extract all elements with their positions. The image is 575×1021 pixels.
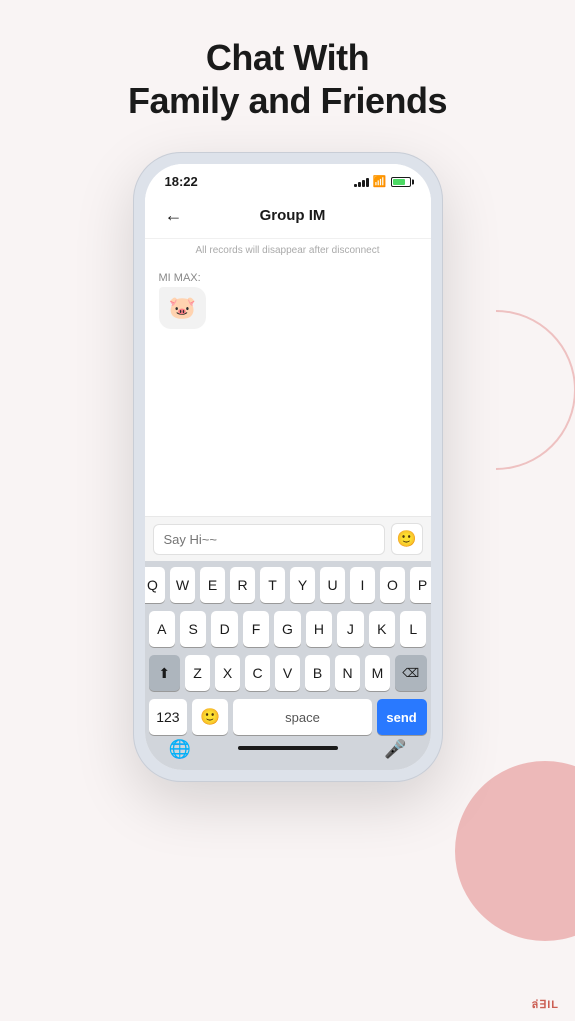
key-O[interactable]: O bbox=[380, 567, 405, 603]
page-title: Chat With Family and Friends bbox=[0, 0, 575, 142]
key-Q[interactable]: Q bbox=[145, 567, 166, 603]
key-D[interactable]: D bbox=[211, 611, 237, 647]
back-button[interactable]: ← bbox=[161, 201, 187, 230]
message-item: MI MAX: 🐷 bbox=[159, 272, 417, 329]
key-E[interactable]: E bbox=[200, 567, 225, 603]
key-T[interactable]: T bbox=[260, 567, 285, 603]
send-key[interactable]: send bbox=[377, 699, 427, 735]
key-M[interactable]: M bbox=[365, 655, 390, 691]
keyboard-row-2: A S D F G H J K L bbox=[149, 611, 427, 647]
key-F[interactable]: F bbox=[243, 611, 269, 647]
battery-icon bbox=[391, 177, 411, 187]
key-W[interactable]: W bbox=[170, 567, 195, 603]
shift-key[interactable]: ⬆ bbox=[149, 655, 181, 691]
key-K[interactable]: K bbox=[369, 611, 395, 647]
space-key[interactable]: space bbox=[233, 699, 371, 735]
globe-icon[interactable]: 🌐 bbox=[169, 739, 191, 760]
emoji-button[interactable]: 🙂 bbox=[391, 523, 423, 555]
key-I[interactable]: I bbox=[350, 567, 375, 603]
delete-key[interactable]: ⌫ bbox=[395, 655, 427, 691]
phone-frame: 18:22 📶 ← Group IM bbox=[133, 152, 443, 782]
chat-info: All records will disappear after disconn… bbox=[145, 239, 431, 262]
battery-fill bbox=[393, 179, 405, 185]
key-L[interactable]: L bbox=[400, 611, 426, 647]
num-key[interactable]: 123 bbox=[149, 699, 188, 735]
keyboard-row-1: Q W E R T Y U I O P bbox=[149, 567, 427, 603]
key-V[interactable]: V bbox=[275, 655, 300, 691]
key-G[interactable]: G bbox=[274, 611, 300, 647]
message-sender: MI MAX: bbox=[159, 272, 417, 284]
key-A[interactable]: A bbox=[149, 611, 175, 647]
message-bubble: 🐷 bbox=[159, 287, 206, 329]
home-indicator bbox=[238, 746, 338, 750]
input-area: 🙂 bbox=[145, 516, 431, 561]
emoji-keyboard-key[interactable]: 🙂 bbox=[192, 699, 228, 735]
phone-wrapper: 18:22 📶 ← Group IM bbox=[0, 142, 575, 782]
key-R[interactable]: R bbox=[230, 567, 255, 603]
header-title: Group IM bbox=[195, 207, 391, 224]
status-time: 18:22 bbox=[165, 174, 198, 189]
keyboard: Q W E R T Y U I O P A S D F G bbox=[145, 561, 431, 770]
key-B[interactable]: B bbox=[305, 655, 330, 691]
keyboard-system-row: 🌐 🎤 bbox=[149, 735, 427, 766]
keyboard-bottom-row: 123 🙂 space send bbox=[149, 699, 427, 735]
chat-header: ← Group IM bbox=[145, 193, 431, 239]
phone-screen: 18:22 📶 ← Group IM bbox=[145, 164, 431, 770]
key-U[interactable]: U bbox=[320, 567, 345, 603]
key-H[interactable]: H bbox=[306, 611, 332, 647]
key-P[interactable]: P bbox=[410, 567, 431, 603]
notch bbox=[238, 164, 338, 182]
key-Z[interactable]: Z bbox=[185, 655, 210, 691]
key-C[interactable]: C bbox=[245, 655, 270, 691]
microphone-icon[interactable]: 🎤 bbox=[384, 739, 406, 760]
emoji-icon: 🙂 bbox=[397, 529, 417, 549]
key-N[interactable]: N bbox=[335, 655, 360, 691]
deco-circle-bottom bbox=[455, 761, 575, 941]
key-X[interactable]: X bbox=[215, 655, 240, 691]
keyboard-row-3: ⬆ Z X C V B N M ⌫ bbox=[149, 655, 427, 691]
key-J[interactable]: J bbox=[337, 611, 363, 647]
wifi-icon: 📶 bbox=[373, 175, 387, 188]
message-input[interactable] bbox=[153, 524, 385, 555]
chat-area: MI MAX: 🐷 bbox=[145, 262, 431, 516]
key-S[interactable]: S bbox=[180, 611, 206, 647]
signal-bars-icon bbox=[354, 177, 369, 187]
status-icons: 📶 bbox=[354, 175, 411, 188]
watermark: ล่∃IL bbox=[532, 995, 559, 1013]
key-Y[interactable]: Y bbox=[290, 567, 315, 603]
